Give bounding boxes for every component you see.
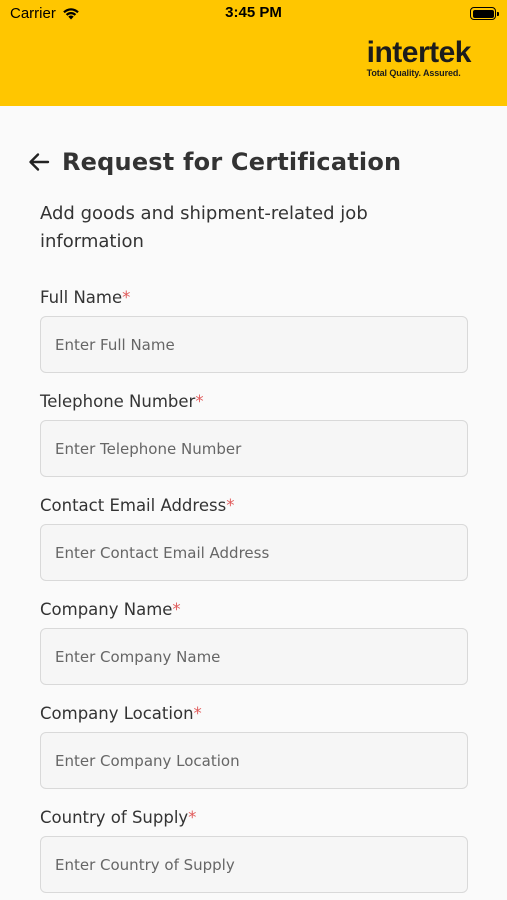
country-of-supply-label: Country of Supply* (40, 808, 197, 827)
required-marker: * (188, 808, 197, 827)
page-title-row: Request for Certification (26, 144, 401, 180)
email-field: Contact Email Address* (40, 494, 468, 581)
telephone-input[interactable] (40, 420, 468, 477)
back-button[interactable] (26, 149, 52, 175)
arrow-left-icon (29, 153, 50, 171)
country-of-supply-field: Country of Supply* (40, 806, 468, 893)
full-name-label: Full Name* (40, 288, 131, 307)
logo-wordmark: intertek (366, 36, 472, 69)
company-location-label: Company Location* (40, 704, 202, 723)
required-marker: * (226, 496, 235, 515)
app-header: Carrier 3:45 PM intertek Total Quality. … (0, 0, 507, 106)
telephone-label: Telephone Number* (40, 392, 204, 411)
company-location-input[interactable] (40, 732, 468, 789)
company-location-field: Company Location* (40, 702, 468, 789)
intertek-logo: intertek Total Quality. Assured. (366, 36, 472, 79)
company-name-field: Company Name* (40, 598, 468, 685)
required-marker: * (172, 600, 181, 619)
company-name-label: Company Name* (40, 600, 181, 619)
battery-icon (470, 7, 499, 20)
full-name-field: Full Name* (40, 286, 468, 373)
status-time: 3:45 PM (225, 4, 282, 21)
email-label: Contact Email Address* (40, 496, 235, 515)
email-input[interactable] (40, 524, 468, 581)
required-marker: * (195, 392, 204, 411)
country-of-supply-input[interactable] (40, 836, 468, 893)
telephone-field: Telephone Number* (40, 390, 468, 477)
company-name-input[interactable] (40, 628, 468, 685)
required-marker: * (193, 704, 202, 723)
logo-tagline: Total Quality. Assured. (366, 68, 461, 78)
page-subtitle: Add goods and shipment-related job infor… (40, 203, 368, 252)
status-bar: Carrier 3:45 PM (0, 0, 507, 30)
required-marker: * (122, 288, 131, 307)
page-title: Request for Certification (62, 148, 402, 176)
full-name-input[interactable] (40, 316, 468, 373)
